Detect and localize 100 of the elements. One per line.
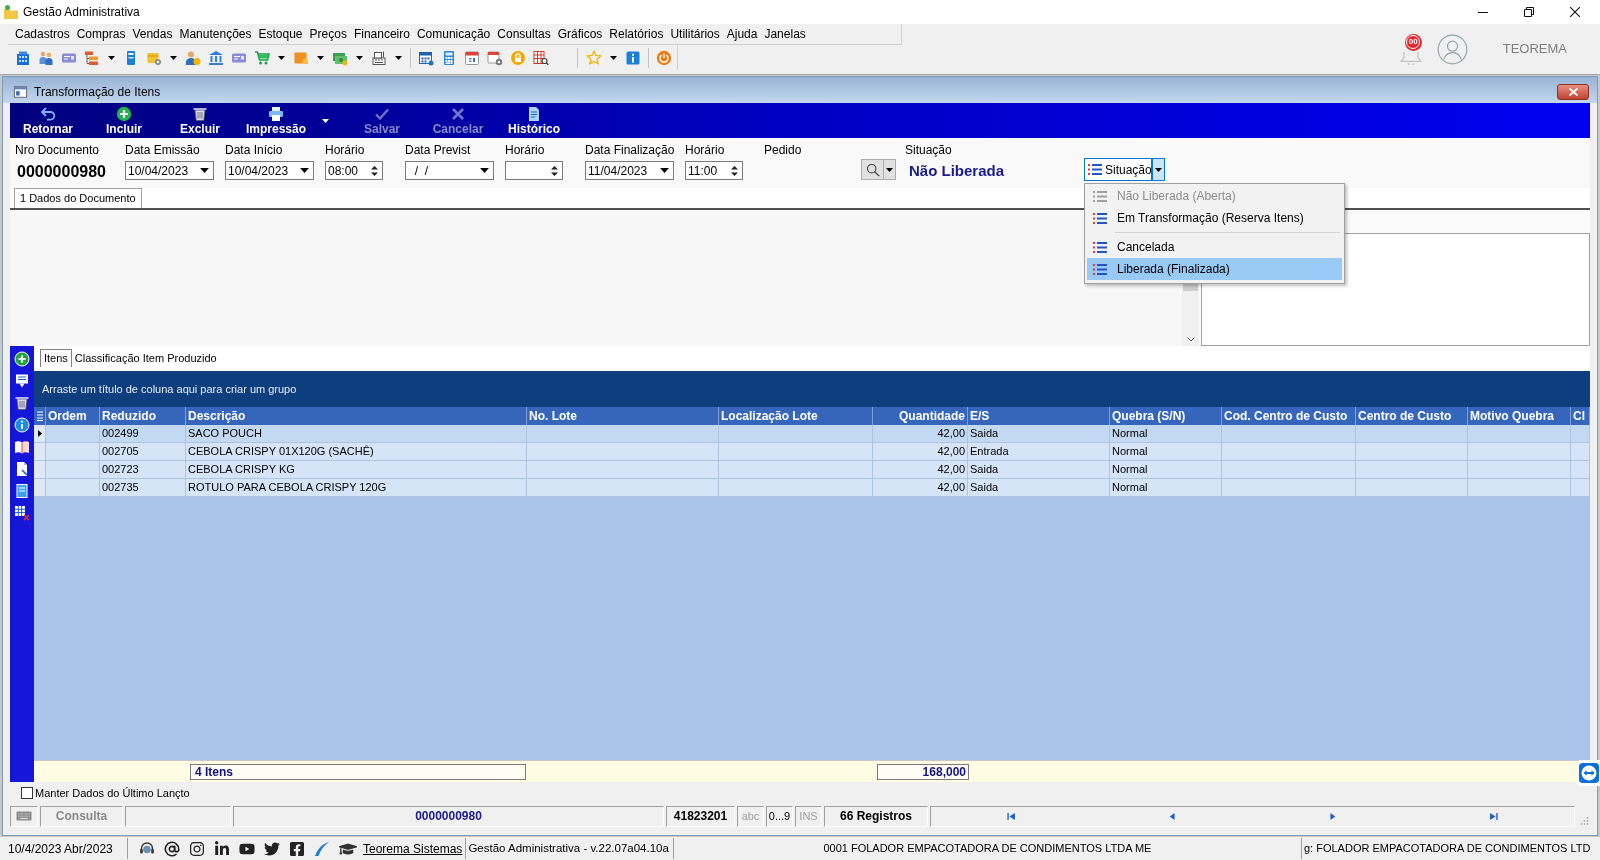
menu-bar-item[interactable]: Manutenções [176,25,255,43]
menu-bar-item[interactable]: Cadastros [12,25,73,43]
close-icon[interactable] [1570,7,1580,17]
situation-button[interactable]: Situação [1084,158,1152,181]
scrollbar-thumb[interactable] [1183,283,1198,291]
hierarchy-icon[interactable] [83,49,100,66]
menu-bar-item[interactable]: Preços [306,25,350,43]
minimize-icon[interactable] [1478,11,1488,13]
add-icon[interactable] [14,351,30,367]
date-field[interactable]: 10/04/2023 [125,161,214,180]
tab[interactable]: 1 Dados do Documento [14,188,142,208]
printer-icon[interactable] [268,106,284,122]
chevron-down-icon[interactable] [1186,337,1195,342]
cash-register-icon[interactable] [370,49,387,66]
power-icon[interactable] [655,49,672,66]
toolbar-button[interactable]: Excluir [162,103,238,138]
twitter-icon[interactable] [264,840,280,857]
calendar-gear-icon[interactable] [486,49,503,66]
first-page-icon[interactable] [1005,810,1017,822]
caret-icon[interactable] [316,55,324,60]
caret-icon[interactable] [1155,167,1162,172]
building-icon[interactable] [14,49,31,66]
close-button[interactable] [1557,83,1589,100]
at-sign-icon[interactable] [164,840,180,857]
instagram-icon[interactable] [189,840,205,857]
website-link[interactable]: Teorema Sistemas [363,839,463,858]
time-field[interactable]: 08:00 [325,161,383,180]
linkedin-icon[interactable] [214,840,230,857]
search-icon[interactable] [865,162,880,177]
book-icon[interactable] [14,439,30,455]
toolbar-button[interactable]: Incluir [86,103,162,138]
caret-icon[interactable] [609,55,617,60]
menu-bar-item[interactable]: Estoque [255,25,306,43]
menu-bar-item[interactable]: Utilitários [667,25,723,43]
date-field[interactable]: 11/04/2023 [585,161,674,180]
add-icon[interactable] [116,106,132,122]
caret-icon[interactable] [355,55,363,60]
document-icon[interactable] [526,106,542,122]
delete-icon[interactable] [192,106,208,122]
caret-icon[interactable] [107,55,115,60]
checkbox-label[interactable]: Manter Dados do Último Lançto [35,784,190,802]
caret-icon[interactable] [200,168,209,173]
people-icon[interactable] [37,49,54,66]
document-icon[interactable] [14,483,30,499]
menu-bar-item[interactable]: Relatórios [606,25,667,43]
menu-item[interactable]: Em Transformação (Reserva Itens) [1087,207,1342,229]
toolbar-button[interactable]: Retornar [10,103,86,138]
info-icon[interactable] [624,49,641,66]
tab[interactable]: Classificação Item Produzido [71,349,220,367]
caret-icon[interactable] [169,55,177,60]
toolbar-button[interactable]: Histórico [496,103,572,138]
info-icon[interactable] [14,417,30,433]
search-button[interactable] [861,159,896,180]
caret-icon[interactable] [300,168,309,173]
swoosh-icon[interactable] [314,840,330,857]
toolbar-button[interactable]: Impressão [238,103,314,138]
last-page-icon[interactable] [1488,810,1500,822]
restore-icon[interactable] [1524,7,1534,17]
headset-icon[interactable] [139,840,155,857]
spinner-icon[interactable] [551,164,558,177]
facebook-icon[interactable] [289,840,305,857]
remote-control-icon[interactable] [1578,763,1599,783]
bank-icon[interactable] [207,49,224,66]
dropdown-button[interactable] [1152,158,1165,181]
delete-icon[interactable] [14,395,30,411]
report-search-icon[interactable] [532,49,549,66]
grid-delete-icon[interactable] [14,505,30,521]
spinner-icon[interactable] [371,164,378,177]
menu-bar-item[interactable]: Comunicação [413,25,494,43]
menu-bar-item[interactable]: Financeiro [350,25,413,43]
time-field[interactable] [505,161,563,180]
time-field[interactable]: 11:00 [685,161,743,180]
back-arrow-icon[interactable] [40,106,56,122]
cart-icon[interactable] [253,49,270,66]
checkbox[interactable] [21,787,33,799]
calendar-icon[interactable] [463,49,480,66]
menu-bar-item[interactable]: Vendas [129,25,176,43]
caret-icon[interactable] [660,168,669,173]
menu-bar-item[interactable]: Consultas [494,25,554,43]
spinner-icon[interactable] [731,164,738,177]
menu-bar-item[interactable]: Janelas [761,25,809,43]
star-icon[interactable] [585,49,602,66]
menu-bar-item[interactable]: Gráficos [554,25,606,43]
caret-icon[interactable] [394,55,402,60]
menu-item[interactable]: Liberada (Finalizada) [1087,258,1342,280]
person-coin-icon[interactable] [184,49,201,66]
date-field[interactable]: / / [405,161,494,180]
page-icon[interactable] [14,461,30,477]
caret-icon[interactable] [480,168,489,173]
caret-icon[interactable] [886,167,893,172]
menu-bar-item[interactable]: Compras [73,25,129,43]
menu-item[interactable]: Cancelada [1087,236,1342,258]
menu-bar-item[interactable]: Ajuda [723,25,761,43]
calendar-icon[interactable] [417,49,434,66]
document-icon[interactable] [14,373,30,389]
grid-menu-icon[interactable] [36,411,43,421]
caret-icon[interactable] [322,119,329,123]
tab[interactable]: Itens [40,349,72,367]
date-field[interactable]: 10/04/2023 [225,161,314,180]
caret-icon[interactable] [277,55,285,60]
